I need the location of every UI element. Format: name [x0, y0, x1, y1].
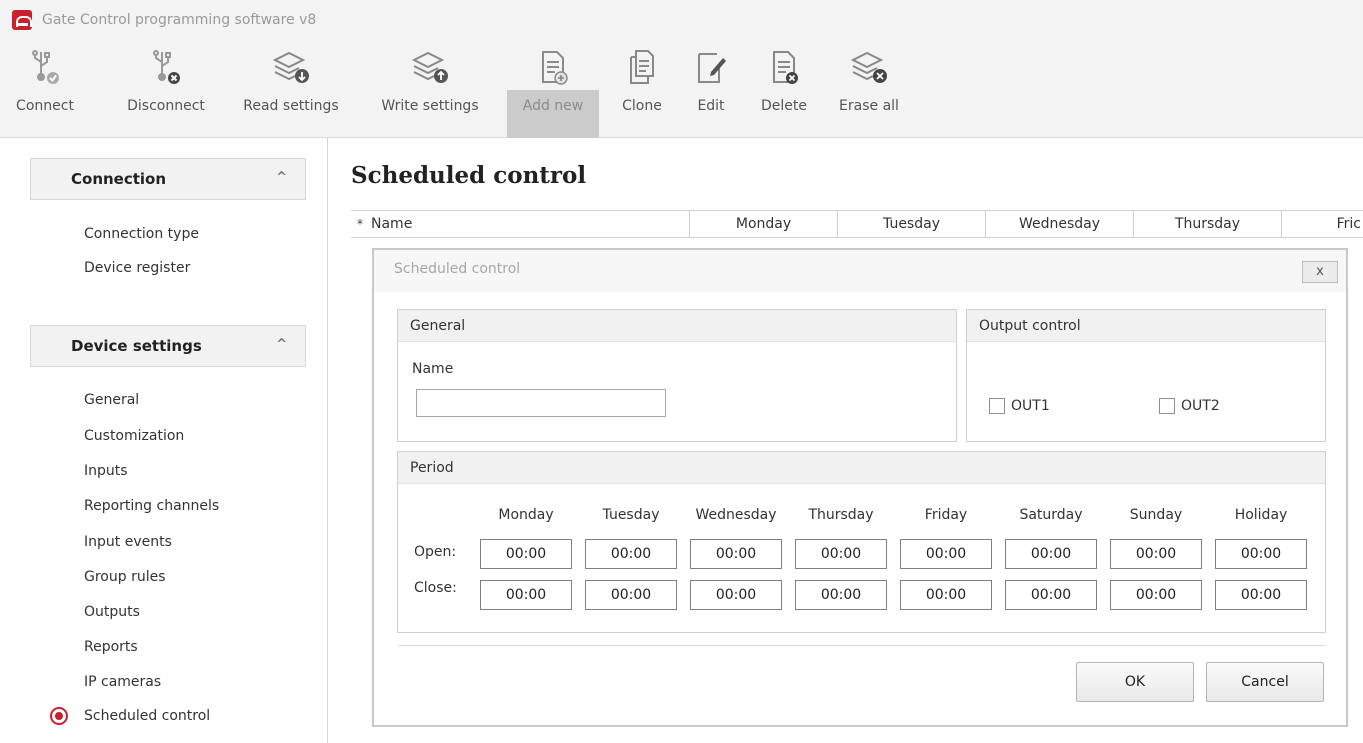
out1-checkbox[interactable]: [989, 398, 1005, 414]
close-time-wednesday[interactable]: [690, 580, 782, 610]
sidebar-item-general[interactable]: General: [84, 392, 139, 408]
sidebar-item-scheduled-control[interactable]: Scheduled control: [84, 708, 210, 724]
sidebar: Connection ^ Connection type Device regi…: [0, 138, 328, 743]
sidebar-item-input-events[interactable]: Input events: [84, 534, 172, 550]
dialog-separator: [398, 645, 1326, 646]
usb-disconnect-icon: [153, 50, 180, 84]
connection-group-header[interactable]: Connection ^: [30, 158, 306, 200]
day-label-friday: Friday: [924, 507, 968, 523]
open-time-holiday[interactable]: [1215, 539, 1307, 569]
window-title: Gate Control programming software v8: [42, 12, 317, 28]
sidebar-item-connection-type[interactable]: Connection type: [84, 226, 199, 242]
erase-all-button[interactable]: Erase all: [830, 48, 908, 132]
title-bar: Gate Control programming software v8: [0, 0, 1363, 40]
close-time-holiday[interactable]: [1215, 580, 1307, 610]
usb-connect-icon: [32, 50, 59, 84]
sidebar-item-reporting-channels[interactable]: Reporting channels: [84, 498, 219, 514]
open-time-saturday[interactable]: [1005, 539, 1097, 569]
sidebar-item-outputs[interactable]: Outputs: [84, 604, 140, 620]
layers-read-icon: [272, 51, 309, 83]
close-time-friday[interactable]: [900, 580, 992, 610]
page-title: Scheduled control: [351, 162, 587, 189]
chevron-up-icon: ^: [276, 170, 287, 185]
output-control-group-header: Output control: [967, 310, 1325, 342]
close-time-monday[interactable]: [480, 580, 572, 610]
column-header-monday[interactable]: Monday: [689, 211, 837, 237]
open-time-monday[interactable]: [480, 539, 572, 569]
column-header-friday[interactable]: Fric: [1281, 211, 1363, 237]
layers-write-icon: [411, 51, 448, 83]
open-label: Open:: [414, 544, 457, 560]
sidebar-item-group-rules[interactable]: Group rules: [84, 569, 166, 585]
close-time-sunday[interactable]: [1110, 580, 1202, 610]
column-header-thursday[interactable]: Thursday: [1133, 211, 1281, 237]
open-time-thursday[interactable]: [795, 539, 887, 569]
layers-erase-icon: [850, 51, 887, 83]
ok-button[interactable]: OK: [1076, 662, 1194, 702]
close-time-tuesday[interactable]: [585, 580, 677, 610]
period-group: Period Monday Tuesday Wednesday Thursday…: [397, 451, 1326, 633]
out1-label: OUT1: [1011, 398, 1050, 414]
out2-checkbox[interactable]: [1159, 398, 1175, 414]
output-control-group: Output control OUT1 OUT2: [966, 309, 1326, 442]
scheduled-control-dialog: Scheduled control x General Name Output …: [372, 248, 1348, 727]
out2-label: OUT2: [1181, 398, 1220, 414]
sidebar-item-ip-cameras[interactable]: IP cameras: [84, 674, 161, 690]
close-time-saturday[interactable]: [1005, 580, 1097, 610]
edit-button[interactable]: Edit: [684, 48, 738, 132]
day-label-wednesday: Wednesday: [695, 507, 777, 523]
day-label-saturday: Saturday: [1019, 507, 1083, 523]
add-new-button[interactable]: Add new: [507, 48, 599, 132]
close-label: Close:: [414, 580, 457, 596]
open-time-friday[interactable]: [900, 539, 992, 569]
device-settings-group-header[interactable]: Device settings ^: [30, 325, 306, 367]
document-delete-icon: [773, 51, 798, 84]
day-label-thursday: Thursday: [808, 507, 874, 523]
column-header-name[interactable]: Name: [367, 211, 689, 237]
name-label: Name: [412, 361, 454, 377]
sidebar-item-customization[interactable]: Customization: [84, 428, 184, 444]
new-row-star-icon: *: [357, 217, 363, 231]
document-add-icon: [542, 51, 568, 85]
close-icon[interactable]: x: [1302, 261, 1338, 283]
day-label-sunday: Sunday: [1129, 507, 1183, 523]
document-edit-icon: [698, 53, 726, 83]
cancel-button[interactable]: Cancel: [1206, 662, 1324, 702]
dialog-title: Scheduled control: [394, 261, 521, 277]
column-header-tuesday[interactable]: Tuesday: [837, 211, 985, 237]
read-settings-button[interactable]: Read settings: [236, 48, 346, 132]
delete-button[interactable]: Delete: [748, 48, 820, 132]
name-input[interactable]: [416, 389, 666, 417]
column-header-wednesday[interactable]: Wednesday: [985, 211, 1133, 237]
general-group-header: General: [398, 310, 956, 342]
dialog-title-bar: Scheduled control x: [374, 250, 1346, 292]
close-time-thursday[interactable]: [795, 580, 887, 610]
clone-button[interactable]: Clone: [606, 48, 678, 132]
sidebar-item-device-register[interactable]: Device register: [84, 260, 190, 276]
sidebar-item-inputs[interactable]: Inputs: [84, 463, 128, 479]
day-label-holiday: Holiday: [1234, 507, 1288, 523]
chevron-up-icon: ^: [276, 337, 287, 352]
open-time-tuesday[interactable]: [585, 539, 677, 569]
sidebar-item-reports[interactable]: Reports: [84, 639, 138, 655]
write-settings-button[interactable]: Write settings: [370, 48, 490, 132]
disconnect-button[interactable]: Disconnect: [112, 48, 220, 132]
general-group: General Name: [397, 309, 957, 442]
app-logo-icon: [12, 10, 32, 30]
document-clone-icon: [630, 50, 654, 84]
selected-radio-icon: [50, 707, 68, 725]
grid-header: * Name Monday Tuesday Wednesday Thursday…: [351, 210, 1363, 238]
period-group-header: Period: [398, 452, 1325, 484]
toolbar: Connect Disconnect Read settings Write s…: [0, 40, 1363, 178]
day-label-tuesday: Tuesday: [602, 507, 660, 523]
day-label-monday: Monday: [498, 507, 554, 523]
connect-button[interactable]: Connect: [8, 48, 82, 132]
open-time-wednesday[interactable]: [690, 539, 782, 569]
open-time-sunday[interactable]: [1110, 539, 1202, 569]
